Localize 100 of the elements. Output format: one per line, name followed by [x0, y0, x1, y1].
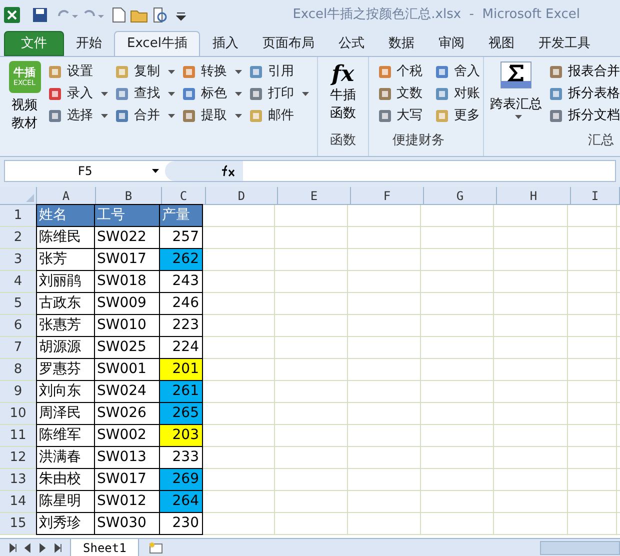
- row-header[interactable]: 2: [0, 227, 37, 248]
- tool-icon: [548, 108, 564, 124]
- tool-icon: [434, 108, 450, 124]
- tool-icon: [47, 86, 63, 102]
- ribbon-tool-button[interactable]: 转换: [181, 61, 242, 83]
- column-header[interactable]: G: [424, 187, 497, 204]
- ribbon-tool-button[interactable]: 个税: [376, 61, 426, 83]
- row-header[interactable]: 8: [0, 359, 37, 380]
- tool-icon: [114, 86, 130, 102]
- caret-icon: [235, 114, 242, 118]
- caret-icon: [168, 70, 175, 74]
- excel-icon[interactable]: [4, 7, 20, 23]
- horizontal-scrollbar[interactable]: [540, 540, 620, 554]
- caret-icon: [101, 114, 108, 118]
- ribbon-tool-button[interactable]: 拆分文档: [548, 105, 620, 127]
- table-cell: 201: [159, 358, 203, 381]
- column-header[interactable]: E: [278, 187, 351, 204]
- cross-sheet-summary-button[interactable]: 跨表汇总: [488, 61, 544, 127]
- tool-icon: [114, 64, 130, 80]
- column-header[interactable]: D: [206, 187, 278, 204]
- ribbon-tool-button[interactable]: 复制: [114, 61, 175, 83]
- row-header[interactable]: 9: [0, 381, 37, 402]
- column-header[interactable]: F: [351, 187, 424, 204]
- ribbon-tab[interactable]: 插入: [200, 31, 250, 56]
- caret-icon: [514, 114, 522, 118]
- save-icon[interactable]: [32, 7, 48, 23]
- ribbon-tool-button[interactable]: 提取: [181, 105, 242, 127]
- row-header[interactable]: 12: [0, 447, 37, 468]
- row-header[interactable]: 5: [0, 293, 37, 314]
- ribbon-tool-button[interactable]: 标色: [181, 83, 242, 105]
- ribbon-tool-button[interactable]: 录入: [47, 83, 108, 105]
- video-tutorial-button[interactable]: 视频教材: [10, 97, 38, 133]
- ribbon-tool-button[interactable]: 设置: [47, 61, 108, 83]
- row-header[interactable]: 11: [0, 425, 37, 446]
- ribbon-tool-button[interactable]: 查找: [114, 83, 175, 105]
- tool-icon: [376, 108, 393, 124]
- row-header[interactable]: 3: [0, 249, 37, 270]
- print-preview-icon[interactable]: [152, 7, 168, 23]
- tool-icon: [376, 86, 393, 102]
- ribbon-tool-button[interactable]: 对账: [434, 83, 483, 105]
- sheet-tab[interactable]: Sheet1: [70, 538, 140, 556]
- sheet-nav-icon[interactable]: [53, 542, 62, 552]
- caret-icon: [101, 92, 108, 96]
- ribbon-tab[interactable]: 审阅: [426, 31, 476, 56]
- table-cell: 269: [159, 468, 203, 491]
- column-header[interactable]: I: [571, 187, 620, 204]
- table-cell: 265: [159, 402, 203, 425]
- tool-icon: [181, 108, 197, 124]
- ribbon-tab[interactable]: 文件: [4, 31, 64, 56]
- tool-icon: [181, 64, 197, 80]
- row-header[interactable]: 6: [0, 315, 37, 336]
- ribbon-tab[interactable]: 开发工具: [526, 31, 602, 56]
- ribbon-tool-button[interactable]: 文数: [376, 83, 426, 105]
- ribbon-tool-button[interactable]: 报表合并: [548, 61, 620, 83]
- table-cell: 刘秀珍: [36, 512, 95, 535]
- caret-icon: [168, 114, 175, 118]
- ribbon-tab[interactable]: 页面布局: [250, 31, 326, 56]
- row-header[interactable]: 10: [0, 403, 37, 424]
- row-header[interactable]: 4: [0, 271, 37, 292]
- table-cell: 203: [159, 424, 203, 447]
- row-header[interactable]: 15: [0, 513, 37, 534]
- new-file-icon[interactable]: [112, 7, 126, 23]
- ribbon-tool-button[interactable]: 邮件: [248, 105, 309, 127]
- row-header[interactable]: 7: [0, 337, 37, 358]
- group-label: 汇总: [588, 132, 615, 150]
- column-header[interactable]: H: [497, 187, 571, 204]
- table-cell: 230: [159, 512, 203, 535]
- ribbon-tab[interactable]: 公式: [326, 31, 376, 56]
- ribbon-tab[interactable]: 开始: [64, 31, 114, 56]
- tool-icon: [434, 64, 450, 80]
- ribbon-tool-button[interactable]: 拆分表格: [548, 83, 620, 105]
- corner-triangle-icon: [26, 194, 34, 202]
- row-header[interactable]: 1: [0, 205, 37, 226]
- tool-icon: [376, 64, 393, 80]
- tool-icon: [548, 64, 564, 80]
- ribbon-tool-button[interactable]: 大写: [376, 105, 426, 127]
- ribbon-tool-button[interactable]: 打印: [248, 83, 309, 105]
- ribbon-tab[interactable]: 数据: [376, 31, 426, 56]
- ribbon-tool-button[interactable]: 引用: [248, 61, 309, 83]
- sheet-nav-icon[interactable]: [8, 542, 17, 552]
- row-header[interactable]: 13: [0, 469, 37, 490]
- tool-icon: [114, 108, 130, 124]
- row-header[interactable]: 14: [0, 491, 37, 512]
- ribbon-tool-button[interactable]: 舍入: [434, 61, 483, 83]
- table-cell: 工号: [94, 204, 160, 227]
- ribbon-tool-button[interactable]: 更多: [434, 105, 483, 127]
- tool-icon: [434, 86, 450, 102]
- window-title: Excel牛插之按颜色汇总.xlsx - Microsoft Excel: [292, 6, 580, 24]
- table-cell: 产量: [159, 204, 203, 227]
- tool-icon: [548, 86, 564, 102]
- ribbon-tool-button[interactable]: 选择: [47, 105, 108, 127]
- ribbon-tab[interactable]: 视图: [476, 31, 526, 56]
- function-button[interactable]: fx 牛插函数: [328, 61, 357, 123]
- ribbon-tab[interactable]: Excel牛插: [114, 31, 200, 56]
- tool-icon: [248, 64, 264, 80]
- ribbon-tool-button[interactable]: 合并: [114, 105, 175, 127]
- group-label: 便捷财务: [392, 132, 446, 150]
- table-cell: 姓名: [36, 204, 95, 227]
- tool-icon: [181, 86, 197, 102]
- new-sheet-icon[interactable]: [147, 540, 166, 554]
